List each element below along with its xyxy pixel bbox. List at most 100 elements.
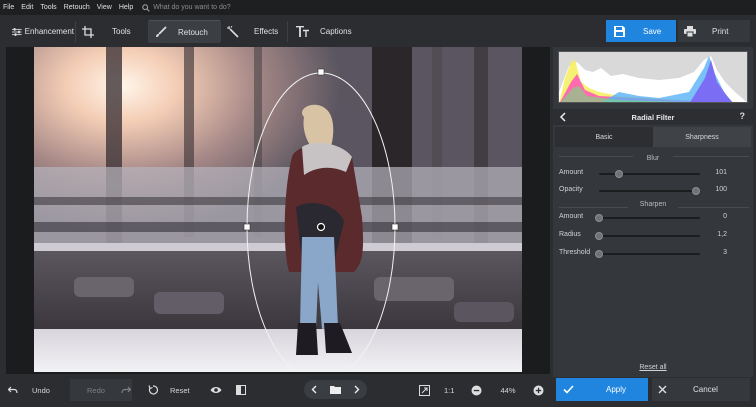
- slider-thumb[interactable]: [595, 250, 603, 258]
- minus-circle-icon: [471, 385, 482, 395]
- slider-label: Amount: [559, 169, 584, 176]
- sharpen-threshold-slider[interactable]: Threshold 3: [559, 248, 749, 260]
- apply-button[interactable]: Apply: [556, 378, 648, 401]
- panel-tabs: Basic Sharpness: [555, 127, 751, 147]
- text-icon: [296, 26, 309, 37]
- brush-icon: [156, 26, 167, 37]
- slider-label: Opacity: [559, 186, 583, 193]
- tab-label: Effects: [254, 27, 279, 36]
- slider-label: Radius: [559, 231, 581, 238]
- apply-label: Apply: [606, 385, 627, 394]
- tab-label: Enhancement: [24, 27, 74, 36]
- main-toolbar: Enhancement Tools Retouch Effects Captio…: [0, 15, 756, 47]
- tab-tools[interactable]: Tools: [76, 20, 148, 43]
- save-label: Save: [643, 26, 662, 36]
- print-label: Print: [712, 26, 729, 36]
- command-search[interactable]: What do you want to do?: [142, 3, 231, 12]
- fit-screen-icon: [419, 384, 430, 396]
- magic-wand-icon: [227, 25, 239, 38]
- menu-help[interactable]: Help: [119, 4, 133, 11]
- tab-label: Retouch: [178, 27, 208, 37]
- slider-track[interactable]: [599, 170, 700, 178]
- reset-icon: [148, 385, 158, 395]
- undo-label: Undo: [32, 385, 50, 395]
- slider-thumb[interactable]: [595, 214, 603, 222]
- reset-label: Reset: [170, 385, 190, 395]
- tab-label: Tools: [112, 27, 131, 36]
- redo-icon: [121, 386, 131, 394]
- undo-icon: [8, 386, 18, 394]
- eye-icon: [210, 387, 222, 393]
- reset-all-link[interactable]: Reset all: [553, 364, 753, 371]
- zoom-1to1-button[interactable]: 1:1: [444, 379, 460, 401]
- plus-circle-icon: [533, 385, 544, 395]
- photo-canvas[interactable]: [34, 47, 522, 372]
- undo-button[interactable]: Undo: [8, 379, 68, 401]
- sliders-icon: [12, 27, 22, 36]
- slider-value: 100: [715, 186, 727, 193]
- tab-sharpness[interactable]: Sharpness: [653, 127, 751, 147]
- tab-captions[interactable]: Captions: [288, 20, 358, 43]
- slider-track[interactable]: [599, 187, 700, 195]
- menu-retouch[interactable]: Retouch: [64, 4, 90, 11]
- redo-button[interactable]: Redo: [70, 379, 132, 401]
- slider-value: 3: [723, 249, 727, 256]
- previous-arrow-icon[interactable]: [311, 385, 317, 394]
- compare-icon: [236, 385, 246, 395]
- menu-view[interactable]: View: [97, 4, 112, 11]
- print-button[interactable]: Print: [678, 20, 750, 42]
- checkmark-icon: [563, 385, 574, 394]
- tab-effects[interactable]: Effects: [221, 20, 287, 43]
- zoom-level: 44%: [500, 385, 516, 395]
- blur-section-title: Blur: [633, 155, 673, 162]
- slider-value: 1,2: [717, 231, 727, 238]
- save-button[interactable]: Save: [606, 20, 676, 42]
- sharpen-section-title: Sharpen: [628, 201, 678, 208]
- reset-button[interactable]: Reset: [148, 379, 200, 401]
- slider-track[interactable]: [595, 250, 700, 258]
- bottom-bar: Undo Redo Reset 1:1 44% Apply Cancel: [0, 377, 756, 407]
- menu-file[interactable]: File: [3, 4, 14, 11]
- slider-track[interactable]: [595, 214, 700, 222]
- slider-thumb[interactable]: [595, 232, 603, 240]
- next-arrow-icon[interactable]: [354, 385, 360, 394]
- search-icon: [142, 3, 150, 12]
- sharpen-amount-slider[interactable]: Amount 0: [559, 212, 749, 224]
- tab-enhancement[interactable]: Enhancement: [6, 20, 74, 43]
- close-icon: [658, 385, 667, 394]
- sharpen-radius-slider[interactable]: Radius 1,2: [559, 230, 749, 242]
- tab-label: Captions: [320, 27, 352, 36]
- compare-button[interactable]: [236, 379, 250, 401]
- photo-image: [34, 47, 522, 372]
- image-navigation: [304, 380, 367, 399]
- help-icon[interactable]: ?: [740, 111, 746, 121]
- cancel-label: Cancel: [693, 385, 718, 394]
- histogram: [558, 51, 748, 103]
- printer-icon: [684, 25, 696, 37]
- panel-title: Radial Filter: [631, 112, 675, 122]
- crop-icon: [82, 25, 94, 38]
- menu-tools[interactable]: Tools: [40, 4, 56, 11]
- tab-basic[interactable]: Basic: [555, 127, 653, 147]
- slider-value: 0: [723, 213, 727, 220]
- right-panel: Radial Filter ? Basic Sharpness Blur Amo…: [553, 47, 753, 377]
- zoom-out-button[interactable]: [471, 379, 483, 401]
- redo-label: Redo: [87, 385, 105, 395]
- menu-edit[interactable]: Edit: [21, 4, 33, 11]
- slider-thumb[interactable]: [615, 170, 624, 178]
- slider-track[interactable]: [595, 232, 700, 240]
- menu-bar: File Edit Tools Retouch View Help What d…: [0, 0, 756, 15]
- cancel-button[interactable]: Cancel: [652, 378, 750, 401]
- folder-icon[interactable]: [329, 385, 341, 394]
- slider-label: Amount: [559, 213, 584, 220]
- blur-opacity-slider[interactable]: Opacity 100: [559, 185, 749, 197]
- preview-eye-button[interactable]: [210, 379, 224, 401]
- search-placeholder: What do you want to do?: [153, 4, 231, 11]
- zoom-in-button[interactable]: [533, 379, 545, 401]
- fit-to-screen-button[interactable]: [419, 379, 431, 401]
- back-arrow-icon[interactable]: [559, 112, 566, 122]
- slider-value: 101: [715, 169, 727, 176]
- tab-retouch[interactable]: Retouch: [149, 20, 220, 43]
- blur-amount-slider[interactable]: Amount 101: [559, 168, 749, 180]
- slider-label: Threshold: [559, 249, 591, 256]
